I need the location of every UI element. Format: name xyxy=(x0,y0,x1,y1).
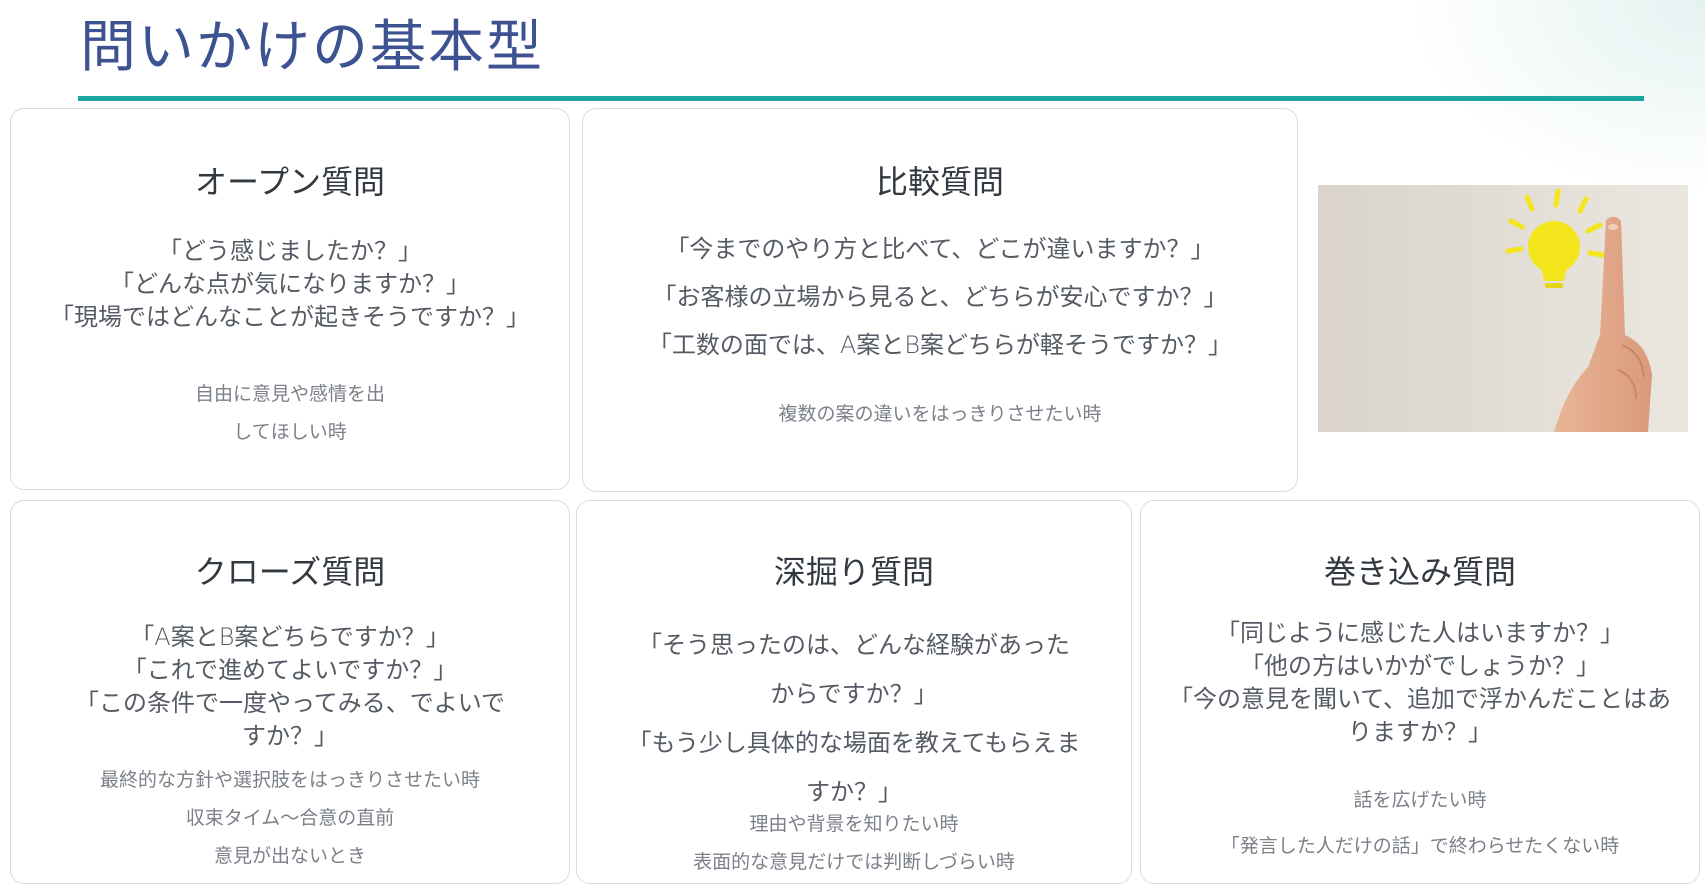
question-list: 「今までのやり方と比べて、どこが違いますか？」 「お客様の立場から見ると、どちら… xyxy=(593,225,1287,369)
usage-note: 表面的な意見だけでは判断しづらい時 xyxy=(693,851,1015,873)
question-item: 「これで進めてよいですか？」 xyxy=(122,656,458,684)
question-item: 「もう少し具体的な場面を教えてもらえますか？」 xyxy=(627,729,1081,806)
question-item: 「どんな点が気になりますか？」 xyxy=(110,270,470,298)
question-item: 「現場ではどんなことが起きそうですか？」 xyxy=(50,303,530,331)
card-title: クローズ質問 xyxy=(194,553,386,591)
slide-title: 問いかけの基本型 xyxy=(80,15,544,80)
card-title: オープン質問 xyxy=(194,163,386,201)
question-item: 「今までのやり方と比べて、どこが違いますか？」 xyxy=(665,235,1215,263)
usage-note: してほしい時 xyxy=(233,421,347,443)
card-title: 比較質問 xyxy=(875,163,1004,201)
usage-note: 話を広げたい時 xyxy=(1353,789,1487,811)
usage-notes: 自由に意見や感情を出 してほしい時 xyxy=(21,375,559,451)
card-involve-question: 巻き込み質問 「同じように感じた人はいますか？」 「他の方はいかがでしょうか？」… xyxy=(1140,500,1700,884)
usage-notes: 最終的な方針や選択肢をはっきりさせたい時 収束タイム〜合意の直前 意見が出ないと… xyxy=(21,761,559,875)
question-item: 「お客様の立場から見ると、どちらが安心ですか？」 xyxy=(652,283,1228,311)
card-closed-question: クローズ質問 「A案とB案どちらですか？」 「これで進めてよいですか？」 「この… xyxy=(10,500,570,884)
question-list: 「A案とB案どちらですか？」 「これで進めてよいですか？」 「この条件で一度やっ… xyxy=(21,621,559,753)
card-compare-question: 比較質問 「今までのやり方と比べて、どこが違いますか？」 「お客様の立場から見る… xyxy=(582,108,1298,492)
usage-note: 意見が出ないとき xyxy=(213,845,366,867)
usage-note: 自由に意見や感情を出 xyxy=(194,383,385,405)
question-item: 「A案とB案どちらですか？」 xyxy=(130,623,450,651)
usage-note: 「発言した人だけの話」で終わらせたくない時 xyxy=(1220,835,1620,857)
usage-note: 最終的な方針や選択肢をはっきりさせたい時 xyxy=(99,769,480,791)
card-deep-question: 深掘り質問 「そう思ったのは、どんな経験があったからですか？」 「もう少し具体的… xyxy=(576,500,1132,884)
usage-notes: 複数の案の違いをはっきりさせたい時 xyxy=(593,395,1287,433)
question-list: 「どう感じましたか？」 「どんな点が気になりますか？」 「現場ではどんなことが起… xyxy=(21,235,559,334)
question-item: 「そう思ったのは、どんな経験があったからですか？」 xyxy=(638,631,1070,708)
question-item: 「同じように感じた人はいますか？」 xyxy=(1216,619,1624,647)
question-item: 「この条件で一度やってみる、でよいですか？」 xyxy=(74,689,506,750)
lightbulb-icon xyxy=(1318,185,1688,432)
question-item: 「他の方はいかがでしょうか？」 xyxy=(1240,652,1600,680)
card-title: 巻き込み質問 xyxy=(1323,553,1516,591)
question-item: 「今の意見を聞いて、追加で浮かんだことはありますか？」 xyxy=(1168,685,1672,746)
usage-notes: 理由や背景を知りたい時 表面的な意見だけでは判断しづらい時 xyxy=(587,805,1121,881)
question-list: 「そう思ったのは、どんな経験があったからですか？」 「もう少し具体的な場面を教え… xyxy=(587,621,1121,817)
question-item: 「どう感じましたか？」 xyxy=(158,237,422,265)
usage-notes: 話を広げたい時 「発言した人だけの話」で終わらせたくない時 xyxy=(1151,777,1689,869)
lightbulb-photo xyxy=(1318,185,1688,432)
title-underline xyxy=(78,96,1644,101)
question-list: 「同じように感じた人はいますか？」 「他の方はいかがでしょうか？」 「今の意見を… xyxy=(1151,617,1689,749)
usage-note: 理由や背景を知りたい時 xyxy=(749,813,959,835)
usage-note: 複数の案の違いをはっきりさせたい時 xyxy=(778,403,1102,425)
card-title: 深掘り質問 xyxy=(773,553,934,591)
card-open-question: オープン質問 「どう感じましたか？」 「どんな点が気になりますか？」 「現場では… xyxy=(10,108,570,490)
question-item: 「工数の面では、A案とB案どちらが軽そうですか？」 xyxy=(647,331,1233,359)
usage-note: 収束タイム〜合意の直前 xyxy=(185,807,395,829)
